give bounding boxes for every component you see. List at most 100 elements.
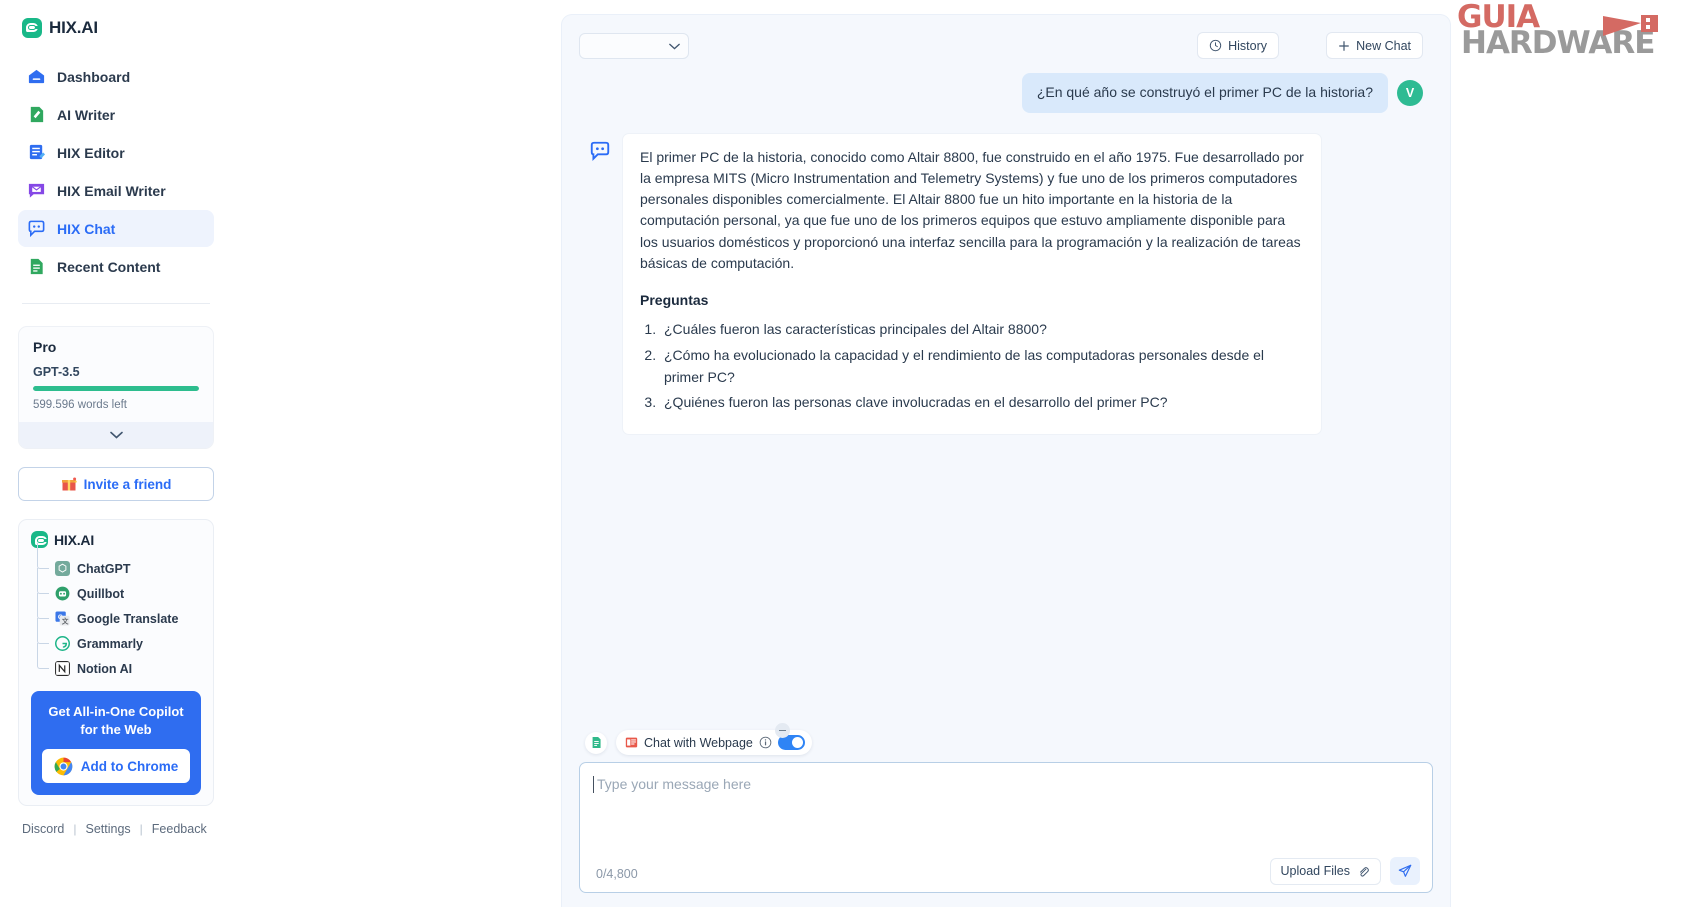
footer-link-settings[interactable]: Settings [86, 822, 131, 836]
message-input-placeholder: Type your message here [593, 776, 1416, 793]
model-selector[interactable] [579, 33, 689, 59]
sidebar-item-label: HIX Email Writer [57, 182, 166, 199]
sidebar-divider [22, 303, 210, 304]
plan-card: Pro GPT-3.5 599.596 words left [18, 326, 214, 449]
plan-expand-button[interactable] [19, 422, 213, 448]
history-label: History [1228, 38, 1267, 53]
chrome-icon [54, 757, 73, 775]
sidebar-item-hix-editor[interactable]: HIX Editor [18, 134, 214, 171]
composer-actions: Upload Files [1269, 857, 1420, 885]
footer-sep: | [73, 822, 77, 837]
paperclip-icon [1360, 866, 1369, 877]
avatar[interactable]: V [1397, 79, 1423, 106]
sidebar-footer: Discord | Settings | Feedback [18, 822, 214, 836]
invite-label: Invite a friend [83, 476, 172, 492]
sidebar-item-label: Dashboard [57, 68, 131, 85]
watermark: GUIA HARDWARE [1457, 2, 1677, 66]
new-chat-button[interactable]: New Chat [1326, 32, 1423, 59]
recent-content-icon [30, 258, 43, 275]
svg-text:文: 文 [62, 617, 69, 626]
app-brand-name: HIX.AI [49, 18, 98, 37]
chat-toolbar: History New Chat [562, 15, 1450, 73]
app-logo[interactable]: HIX.AI [18, 0, 214, 48]
extension-label: Quillbot [77, 586, 125, 601]
sidebar-item-hix-email-writer[interactable]: HIX Email Writer [18, 172, 214, 209]
dashboard-icon [28, 69, 45, 84]
extension-item-quillbot[interactable]: Quillbot [37, 568, 201, 606]
add-to-chrome-button[interactable]: Add to Chrome [42, 749, 190, 784]
document-icon [592, 736, 601, 749]
extension-item-notion-ai[interactable]: Notion AI [37, 643, 201, 681]
extension-label: ChatGPT [77, 561, 131, 576]
sidebar-item-label: HIX Editor [57, 144, 125, 161]
plan-words-left: 599.596 words left [33, 399, 127, 411]
extensions-brand-name: HIX.AI [54, 531, 95, 548]
add-to-chrome-label: Add to Chrome [80, 758, 179, 774]
sidebar-item-label: HIX Chat [57, 220, 116, 237]
promo-card: Get All-in-One Copilot for the Web Add t… [31, 691, 201, 796]
webpage-icon [625, 737, 638, 748]
message-input-box[interactable]: Type your message here 0/4,800 Upload Fi… [579, 762, 1433, 893]
promo-text: Get All-in-One Copilot for the Web [48, 704, 184, 737]
sidebar-item-ai-writer[interactable]: AI Writer [18, 96, 214, 133]
plan-progress-bar [33, 386, 199, 391]
footer-link-discord[interactable]: Discord [22, 822, 64, 836]
chevron-down-icon [669, 43, 680, 50]
extensions-list: ChatGPT Quillbot G 文 Google Translate [37, 543, 201, 681]
new-chat-label: New Chat [1356, 38, 1411, 53]
placeholder-text: Type your message here [597, 776, 752, 792]
minus-icon [779, 729, 786, 732]
question-item[interactable]: ¿Quiénes fueron las personas clave invol… [660, 392, 1304, 414]
extension-item-grammarly[interactable]: Grammarly [37, 618, 201, 656]
extensions-brand: HIX.AI [31, 531, 201, 548]
upload-files-button[interactable]: Upload Files [1269, 857, 1381, 885]
hix-chat-icon [590, 141, 610, 161]
footer-sep: | [139, 822, 143, 837]
minimize-chip-button[interactable] [775, 723, 790, 738]
sidebar-item-dashboard[interactable]: Dashboard [18, 58, 214, 95]
hix-editor-icon [29, 144, 46, 160]
chat-panel: History New Chat ¿En qué año se construy… [561, 14, 1451, 907]
sidebar-item-hix-chat[interactable]: HIX Chat [18, 210, 214, 247]
gift-icon [61, 477, 77, 491]
assistant-bubble: El primer PC de la historia, conocido co… [622, 132, 1322, 435]
extension-item-chatgpt[interactable]: ChatGPT [37, 543, 201, 581]
question-item[interactable]: ¿Cómo ha evolucionado la capacidad y el … [660, 345, 1304, 388]
extension-label: Grammarly [77, 636, 144, 651]
ai-writer-icon [30, 106, 44, 123]
clock-history-icon [1209, 39, 1222, 52]
quillbot-icon [55, 586, 70, 601]
sidebar-nav: Dashboard AI Writer HIX Editor HIX Email… [18, 58, 214, 285]
sidebar-item-recent-content[interactable]: Recent Content [18, 248, 214, 285]
sidebar: HIX.AI Dashboard AI Writer HIX Editor HI… [0, 0, 232, 921]
history-button[interactable]: History [1197, 32, 1279, 59]
usb-plug-icon [1603, 15, 1658, 36]
chat-with-webpage-label: Chat with Webpage [644, 735, 753, 750]
assistant-paragraph: El primer PC de la historia, conocido co… [640, 148, 1304, 271]
message-assistant: El primer PC de la historia, conocido co… [562, 113, 1450, 435]
sidebar-item-label: AI Writer [57, 106, 116, 123]
google-translate-icon: G 文 [55, 611, 70, 626]
hix-email-writer-icon [28, 183, 45, 198]
watermark-line2: HARDWARE [1461, 24, 1655, 61]
notion-ai-icon [55, 661, 70, 676]
hix-logo-icon [22, 18, 42, 38]
questions-list: ¿Cuáles fueron las características princ… [660, 319, 1304, 414]
question-item[interactable]: ¿Cuáles fueron las características princ… [660, 319, 1304, 341]
chatgpt-icon [55, 561, 70, 576]
send-button[interactable] [1390, 857, 1420, 885]
grammarly-icon [55, 636, 70, 651]
invite-a-friend-button[interactable]: Invite a friend [18, 467, 214, 501]
main-area: History New Chat ¿En qué año se construy… [232, 0, 1687, 921]
info-circle-icon[interactable] [759, 736, 772, 749]
questions-heading: Preguntas [640, 292, 709, 309]
document-chip-button[interactable] [585, 731, 607, 754]
upload-files-label: Upload Files [1280, 864, 1350, 878]
user-message-text: ¿En qué año se construyó el primer PC de… [1021, 73, 1388, 113]
composer: Chat with Webpage Type your message here [562, 723, 1450, 907]
footer-link-feedback[interactable]: Feedback [152, 822, 207, 836]
extension-label: Notion AI [77, 661, 133, 676]
message-user: ¿En qué año se construyó el primer PC de… [562, 73, 1450, 113]
extension-item-google-translate[interactable]: G 文 Google Translate [37, 593, 201, 631]
plan-title: Pro [33, 339, 57, 355]
